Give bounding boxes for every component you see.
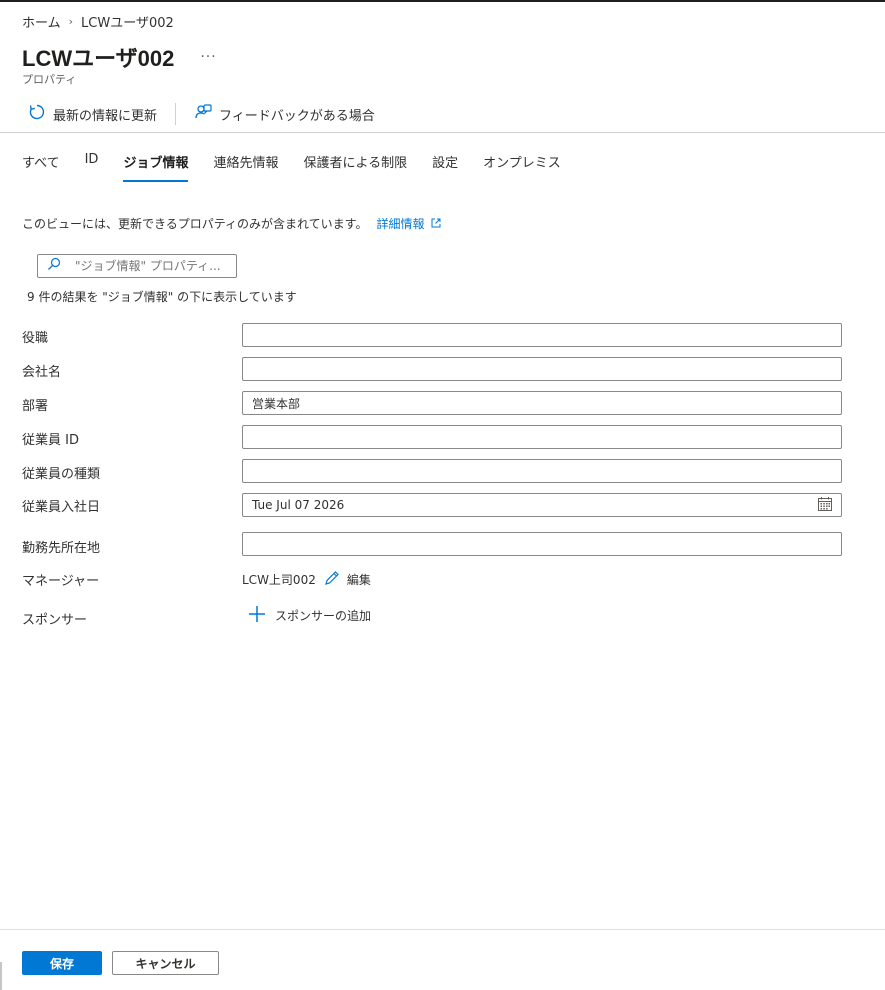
- save-button[interactable]: 保存: [22, 951, 102, 975]
- sponsor-label: スポンサー: [22, 613, 88, 628]
- refresh-button[interactable]: 最新の情報に更新: [22, 103, 163, 125]
- tab-job-info[interactable]: ジョブ情報: [123, 152, 189, 182]
- property-search-box: [37, 254, 237, 278]
- tab-contact-info[interactable]: 連絡先情報: [213, 152, 278, 182]
- edit-manager-label: 編集: [346, 573, 371, 587]
- employee-type-input[interactable]: [242, 459, 842, 483]
- edit-manager-button[interactable]: 編集: [324, 570, 371, 589]
- breadcrumb-separator: ›: [68, 15, 74, 28]
- refresh-label: 最新の情報に更新: [53, 108, 158, 124]
- plus-icon: [248, 605, 266, 626]
- learn-more-link[interactable]: 詳細情報: [376, 215, 440, 232]
- property-tabs: すべて ID ジョブ情報 連絡先情報 保護者による制限 設定 オンプレミス: [22, 152, 586, 182]
- search-icon: [47, 257, 61, 275]
- tab-all[interactable]: すべて: [22, 152, 60, 182]
- learn-more-label: 詳細情報: [376, 217, 425, 231]
- left-edge-marker: [0, 962, 2, 990]
- feedback-icon: [194, 103, 212, 125]
- employee-id-label: 従業員 ID: [22, 433, 79, 448]
- info-message: このビューには、更新できるプロパティのみが含まれています。 詳細情報: [22, 215, 441, 232]
- feedback-button[interactable]: フィードバックがある場合: [188, 103, 381, 125]
- pencil-icon: [324, 570, 340, 589]
- add-sponsor-label: スポンサーの追加: [275, 609, 372, 623]
- command-bar: 最新の情報に更新 フィードバックがある場合: [22, 102, 381, 126]
- info-text: このビューには、更新できるプロパティのみが含まれています。: [22, 217, 368, 231]
- page-title: LCWユーザ002: [22, 46, 175, 71]
- toolbar-divider-line: [0, 132, 885, 133]
- more-options-button[interactable]: ···: [200, 49, 216, 65]
- tab-parental-controls[interactable]: 保護者による制限: [303, 152, 407, 182]
- toolbar-divider: [175, 103, 177, 125]
- feedback-label: フィードバックがある場合: [219, 108, 375, 124]
- refresh-icon: [28, 103, 46, 125]
- title-row: LCWユーザ002 ···: [22, 41, 217, 73]
- manager-name: LCW上司002: [242, 573, 316, 587]
- result-count: 9 件の結果を "ジョブ情報" の下に表示しています: [27, 290, 297, 304]
- property-search-input[interactable]: [75, 259, 235, 273]
- manager-row: LCW上司002 編集: [242, 570, 371, 589]
- job-title-input[interactable]: [242, 323, 842, 347]
- hire-date-label: 従業員入社日: [22, 500, 101, 515]
- cancel-button[interactable]: キャンセル: [112, 951, 219, 975]
- employee-id-input[interactable]: [242, 425, 842, 449]
- company-input[interactable]: [242, 357, 842, 381]
- breadcrumb-current: LCWユーザ002: [81, 16, 174, 31]
- office-location-input[interactable]: [242, 532, 842, 556]
- calendar-icon[interactable]: [817, 496, 833, 515]
- external-link-icon: [431, 217, 441, 231]
- add-sponsor-button[interactable]: スポンサーの追加: [248, 605, 371, 626]
- office-location-label: 勤務先所在地: [22, 541, 101, 556]
- hire-date-picker[interactable]: Tue Jul 07 2026: [242, 493, 842, 517]
- page-subtitle: プロパティ: [22, 73, 77, 86]
- tab-settings[interactable]: 設定: [432, 152, 458, 182]
- department-input[interactable]: [242, 391, 842, 415]
- manager-label: マネージャー: [22, 574, 100, 589]
- employee-type-label: 従業員の種類: [22, 467, 101, 482]
- breadcrumb-home-link[interactable]: ホーム: [22, 12, 61, 31]
- footer-divider: [0, 929, 885, 930]
- tab-id[interactable]: ID: [85, 152, 99, 182]
- job-title-label: 役職: [22, 331, 49, 346]
- tab-on-premises[interactable]: オンプレミス: [483, 152, 561, 182]
- department-label: 部署: [22, 399, 49, 414]
- hire-date-value: Tue Jul 07 2026: [252, 498, 345, 512]
- company-label: 会社名: [22, 365, 62, 380]
- breadcrumb: ホーム › LCWユーザ002: [22, 12, 174, 31]
